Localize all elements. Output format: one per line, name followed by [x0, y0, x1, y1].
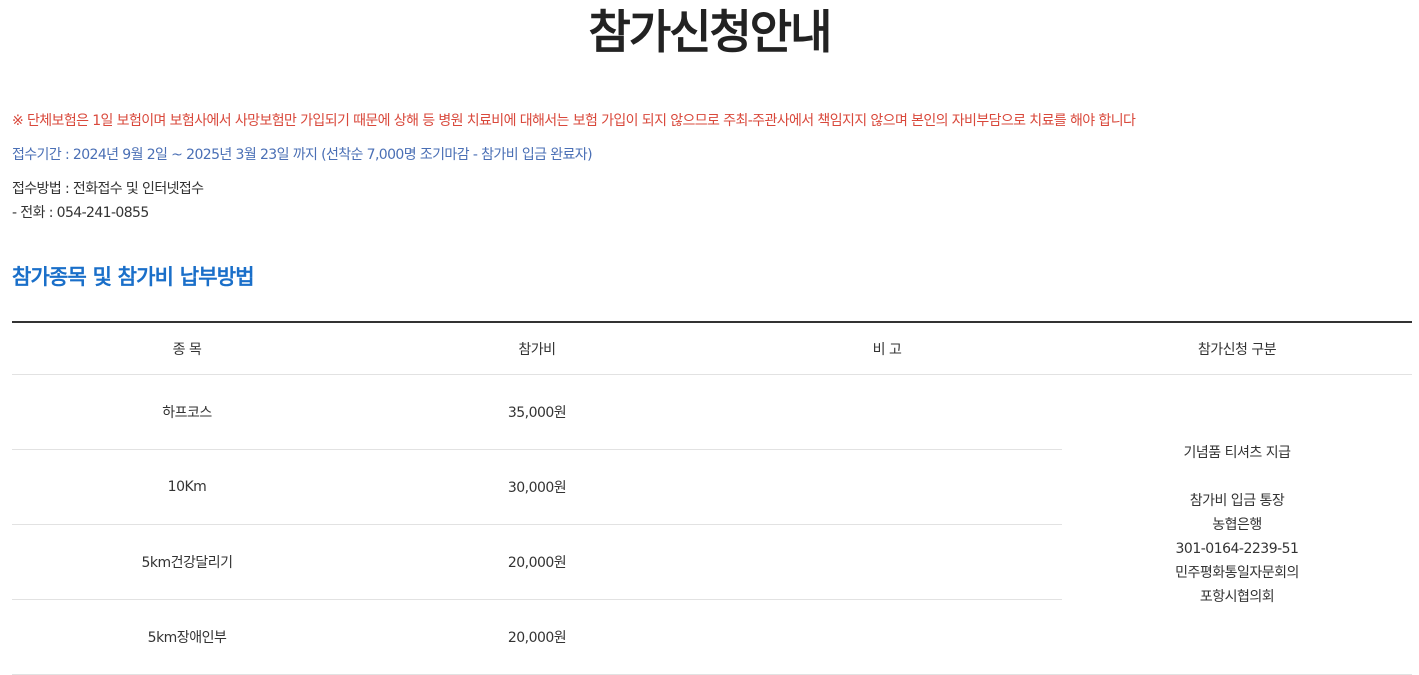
event-note — [712, 599, 1062, 675]
fee-table: 종 목 참가비 비 고 참가신청 구분 하프코스 35,000원 기념품 티셔츠… — [12, 321, 1412, 675]
account-holder-branch: 포항시협의회 — [1199, 588, 1275, 605]
event-note — [712, 524, 1062, 600]
table-row: 하프코스 35,000원 기념품 티셔츠 지급 참가비 입금 통장 농협은행 3… — [12, 374, 1412, 675]
bank-name: 농협은행 — [1212, 516, 1262, 533]
header-category: 참가신청 구분 — [1062, 322, 1412, 375]
page-title: 참가신청안내 — [588, 5, 833, 59]
insurance-notice: ※ 단체보험은 1일 보험이며 보험사에서 사망보험만 가입되기 때문에 상해 … — [12, 113, 1136, 129]
category-cell: 기념품 티셔츠 지급 참가비 입금 통장 농협은행 301-0164-2239-… — [1062, 374, 1412, 675]
account-title: 참가비 입금 통장 — [1189, 492, 1285, 509]
header-note: 비 고 — [712, 322, 1062, 375]
event-name: 10Km — [12, 449, 362, 525]
event-name: 5km건강달리기 — [12, 524, 362, 600]
registration-period: 접수기간 : 2024년 9월 2일 ~ 2025년 3월 23일 까지 (선착… — [12, 147, 593, 163]
event-note — [712, 374, 1062, 450]
gift-text: 기념품 티셔츠 지급 — [1183, 444, 1291, 461]
event-note — [712, 449, 1062, 525]
event-fee: 30,000원 — [362, 449, 712, 525]
table-header-row: 종 목 참가비 비 고 참가신청 구분 — [12, 322, 1412, 375]
registration-method: 접수방법 : 전화접수 및 인터넷접수 — [12, 181, 204, 197]
section-title: 참가종목 및 참가비 납부방법 — [12, 265, 255, 289]
contact-phone: - 전화 : 054-241-0855 — [12, 205, 149, 221]
event-name: 하프코스 — [12, 374, 362, 450]
header-event: 종 목 — [12, 322, 362, 375]
account-holder: 민주평화통일자문회의 — [1175, 564, 1299, 581]
event-fee: 20,000원 — [362, 599, 712, 675]
account-number: 301-0164-2239-51 — [1175, 540, 1299, 557]
header-fee: 참가비 — [362, 322, 712, 375]
event-fee: 20,000원 — [362, 524, 712, 600]
event-fee: 35,000원 — [362, 374, 712, 450]
event-name: 5km장애인부 — [12, 599, 362, 675]
